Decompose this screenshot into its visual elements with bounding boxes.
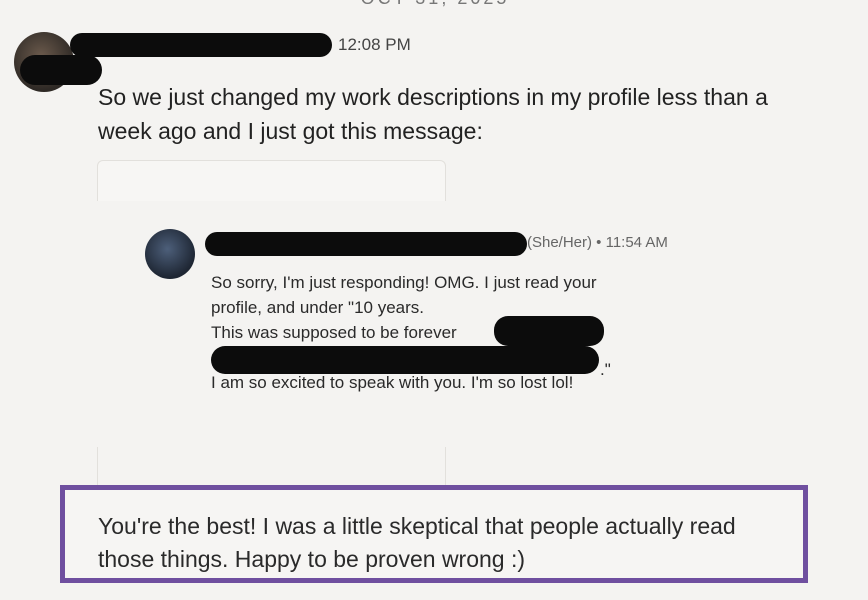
redacted-avatar-overlay — [20, 55, 102, 85]
embedded-quote-closer: ." — [600, 360, 611, 379]
attachment-card-bottom — [97, 447, 446, 487]
redacted-embedded-name — [205, 232, 527, 256]
redacted-embedded-line-4 — [211, 346, 599, 374]
redacted-sender-name — [70, 33, 332, 57]
embedded-line-1: So sorry, I'm just responding! OMG. I ju… — [211, 273, 597, 292]
redacted-embedded-line-3 — [494, 316, 604, 346]
date-divider: OCT 31, 2025 — [335, 0, 535, 8]
embedded-sender-avatar — [145, 229, 195, 279]
message-timestamp: 12:08 PM — [338, 35, 411, 54]
message-text: So we just changed my work descriptions … — [98, 84, 768, 144]
embedded-line-3: This was supposed to be forever — [211, 323, 457, 342]
reply-text: You're the best! I was a little skeptica… — [98, 513, 736, 572]
highlighted-reply-box: You're the best! I was a little skeptica… — [60, 485, 808, 583]
attachment-card-top — [97, 160, 446, 201]
embedded-line-2: profile, and under "10 years. — [211, 298, 424, 317]
embedded-meta: (She/Her) • 11:54 AM — [527, 234, 668, 251]
